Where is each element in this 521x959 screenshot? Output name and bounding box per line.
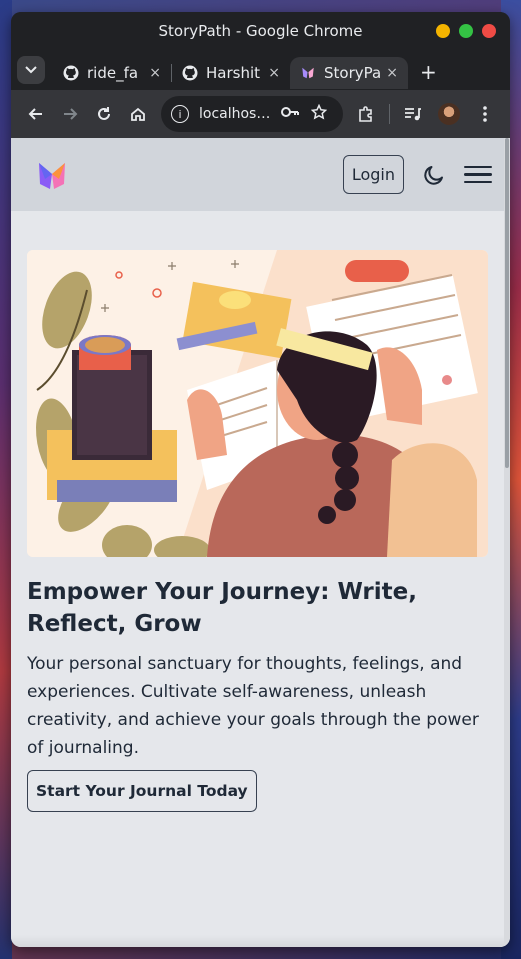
reload-button[interactable] xyxy=(87,97,121,131)
dark-mode-toggle[interactable] xyxy=(420,161,448,189)
github-icon xyxy=(63,65,79,81)
tab-harshit[interactable]: Harshit × xyxy=(172,57,290,89)
browser-window: StoryPath - Google Chrome ride_fa × Hars… xyxy=(11,12,510,947)
github-icon xyxy=(182,65,198,81)
page-viewport: Login Empower Your Journey: Write, Refle… xyxy=(11,138,510,947)
moon-icon xyxy=(424,165,443,185)
title-bar: StoryPath - Google Chrome xyxy=(11,12,510,50)
close-tab-icon[interactable]: × xyxy=(149,65,161,81)
tab-label: Harshit xyxy=(206,64,261,82)
arrow-right-icon xyxy=(64,108,78,120)
maximize-button[interactable] xyxy=(459,24,473,38)
nav-actions: Login xyxy=(342,155,492,194)
reload-icon xyxy=(98,107,110,120)
storypath-favicon-icon xyxy=(300,65,316,81)
chevron-down-icon xyxy=(25,66,37,74)
site-info-icon[interactable]: i xyxy=(171,105,189,123)
window-title: StoryPath - Google Chrome xyxy=(158,22,363,40)
forward-button[interactable] xyxy=(53,97,87,131)
home-button[interactable] xyxy=(121,97,155,131)
hamburger-menu-icon[interactable] xyxy=(464,161,492,189)
new-tab-button[interactable]: + xyxy=(420,60,437,84)
chrome-menu-button[interactable] xyxy=(468,97,502,131)
login-button[interactable]: Login xyxy=(342,155,404,194)
minimize-button[interactable] xyxy=(436,24,450,38)
star-icon[interactable] xyxy=(310,103,328,124)
address-bar[interactable]: i localhos… xyxy=(161,96,343,132)
extensions-button[interactable] xyxy=(349,97,383,131)
close-window-button[interactable] xyxy=(482,24,496,38)
url-text: localhos… xyxy=(199,106,271,122)
arrow-left-icon xyxy=(28,108,42,120)
tab-search-button[interactable] xyxy=(17,56,45,84)
playlist-icon xyxy=(405,108,421,121)
tab-label: ride_fa xyxy=(87,64,139,82)
home-icon xyxy=(131,107,145,121)
page-bottom-edge xyxy=(11,935,510,947)
page-scrollbar[interactable] xyxy=(504,138,510,947)
browser-toolbar: i localhos… xyxy=(11,90,510,138)
hero-headline: Empower Your Journey: Write, Reflect, Gr… xyxy=(27,579,417,637)
media-controls-button[interactable] xyxy=(396,97,430,131)
hero-illustration xyxy=(27,250,488,557)
window-controls xyxy=(436,24,496,38)
close-tab-icon[interactable]: × xyxy=(386,65,398,81)
tab-storypath[interactable]: StoryPa × xyxy=(290,57,408,89)
start-journal-button[interactable]: Start Your Journal Today xyxy=(27,770,257,812)
tab-ride[interactable]: ride_fa × xyxy=(53,57,171,89)
close-tab-icon[interactable]: × xyxy=(268,65,280,81)
back-button[interactable] xyxy=(19,97,53,131)
more-vertical-icon xyxy=(483,106,487,122)
tab-strip: ride_fa × Harshit × StoryPa × + xyxy=(11,50,510,90)
puzzle-icon xyxy=(359,106,372,122)
hero-subtext: Your personal sanctuary for thoughts, fe… xyxy=(27,654,479,758)
toolbar-divider xyxy=(389,104,390,124)
storypath-logo[interactable] xyxy=(37,159,67,191)
key-icon[interactable] xyxy=(281,106,299,122)
scrollbar-thumb[interactable] xyxy=(505,138,509,468)
profile-avatar[interactable] xyxy=(438,103,460,125)
tab-label: StoryPa xyxy=(324,64,381,82)
site-navbar: Login xyxy=(11,138,510,211)
